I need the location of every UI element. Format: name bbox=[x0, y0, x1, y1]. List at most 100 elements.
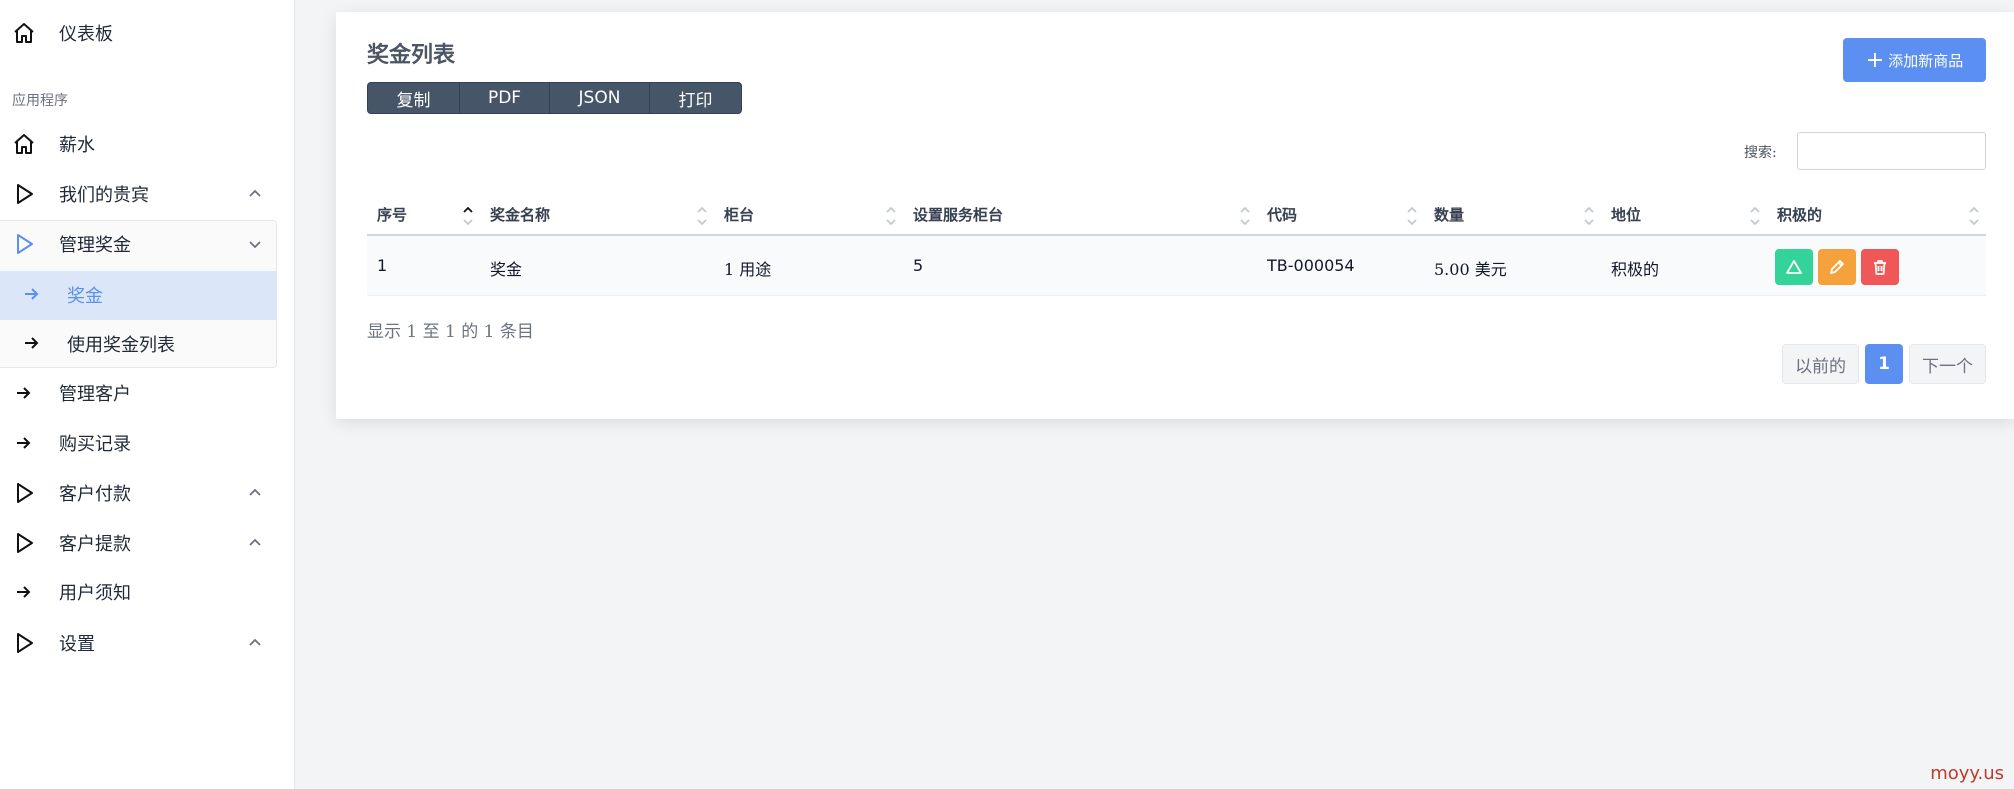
sidebar-item-label: 薪水 bbox=[59, 135, 95, 156]
sidebar-item-user-notice[interactable]: 用户须知 bbox=[0, 567, 278, 617]
sidebar-item-vip[interactable]: 我们的贵宾 bbox=[0, 169, 278, 219]
submenu-item-label: 奖金 bbox=[67, 286, 103, 307]
sidebar-item-manage-bonus[interactable]: 管理奖金 bbox=[0, 219, 278, 269]
table-info: 显示 1 至 1 的 1 条目 bbox=[367, 322, 534, 342]
arrow-right-icon bbox=[25, 337, 39, 349]
column-header-label: 奖金名称 bbox=[490, 206, 551, 224]
column-header-label: 柜台 bbox=[724, 206, 755, 224]
arrow-right-icon bbox=[17, 387, 31, 399]
export-button-group: 复制 PDF JSON 打印 bbox=[367, 82, 742, 114]
sidebar: 仪表板 应用程序 薪水 我们的贵宾 管理奖金 奖金 使用奖金列表 管理客户 购买… bbox=[0, 0, 295, 789]
sidebar-item-label: 客户付款 bbox=[59, 484, 131, 505]
chevron-down-icon bbox=[249, 241, 261, 249]
sidebar-item-customer-payments[interactable]: 客户付款 bbox=[0, 468, 278, 518]
sort-icon bbox=[697, 206, 707, 226]
column-header-label: 序号 bbox=[377, 206, 408, 224]
sidebar-item-purchase-records[interactable]: 购买记录 bbox=[0, 418, 278, 468]
print-button[interactable]: 打印 bbox=[650, 83, 741, 113]
sort-asc-icon bbox=[463, 206, 473, 226]
sidebar-item-settings[interactable]: 设置 bbox=[0, 618, 278, 668]
play-icon bbox=[17, 184, 33, 204]
sidebar-item-label: 客户提款 bbox=[59, 534, 131, 555]
play-icon bbox=[17, 234, 33, 254]
column-header-label: 地位 bbox=[1611, 206, 1642, 224]
trash-icon bbox=[1874, 260, 1886, 275]
home-icon bbox=[14, 134, 34, 154]
cell-index: 1 bbox=[377, 256, 388, 275]
activate-button[interactable] bbox=[1775, 249, 1813, 285]
sidebar-item-customer-withdrawals[interactable]: 客户提款 bbox=[0, 518, 278, 568]
column-header-status[interactable]: 地位 bbox=[1601, 195, 1767, 236]
column-header-counter[interactable]: 柜台 bbox=[714, 195, 903, 236]
cell-code: TB-000054 bbox=[1267, 256, 1355, 275]
sidebar-item-manage-customers[interactable]: 管理客户 bbox=[0, 368, 278, 418]
arrow-right-icon bbox=[17, 437, 31, 449]
column-header-bonus-name[interactable]: 奖金名称 bbox=[480, 195, 714, 236]
sidebar-item-label: 管理客户 bbox=[59, 384, 131, 405]
table-row: 1 奖金 1 用途 5 TB-000054 5.00 美元 积极的 bbox=[367, 236, 1986, 296]
chevron-up-icon bbox=[249, 638, 261, 646]
prev-page-button[interactable]: 以前的 bbox=[1782, 344, 1859, 384]
sort-icon bbox=[886, 206, 896, 226]
submenu-item-bonus-usage[interactable]: 使用奖金列表 bbox=[0, 319, 276, 368]
json-button[interactable]: JSON bbox=[550, 83, 650, 113]
pencil-icon bbox=[1830, 260, 1844, 274]
plus-icon: + bbox=[1865, 47, 1885, 73]
chevron-up-icon bbox=[249, 488, 261, 496]
sidebar-item-label: 用户须知 bbox=[59, 583, 131, 604]
chevron-up-icon bbox=[249, 538, 261, 546]
cell-bonus-name: 奖金 bbox=[490, 260, 523, 279]
column-header-amount[interactable]: 数量 bbox=[1424, 195, 1601, 236]
cell-amount: 5.00 美元 bbox=[1434, 260, 1507, 279]
edit-button[interactable] bbox=[1818, 249, 1856, 285]
column-header-service-counter[interactable]: 设置服务柜台 bbox=[903, 195, 1257, 236]
sidebar-item-label: 设置 bbox=[59, 634, 95, 655]
chevron-up-icon bbox=[249, 189, 261, 197]
cell-status: 积极的 bbox=[1611, 260, 1660, 279]
sort-icon bbox=[1407, 206, 1417, 226]
add-new-item-label: 添加新商品 bbox=[1888, 51, 1964, 70]
next-page-button[interactable]: 下一个 bbox=[1909, 344, 1986, 384]
cell-service-counter: 5 bbox=[913, 256, 924, 275]
table-header: 序号 奖金名称 柜台 设置服务柜台 代码 数量 地位 积极的 bbox=[367, 195, 1986, 236]
delete-button[interactable] bbox=[1861, 249, 1899, 285]
sidebar-section-label: 应用程序 bbox=[12, 93, 68, 109]
sort-icon bbox=[1584, 206, 1594, 226]
sidebar-item-label: 购买记录 bbox=[59, 434, 131, 455]
page-title: 奖金列表 bbox=[367, 42, 456, 68]
column-header-label: 设置服务柜台 bbox=[913, 206, 1004, 224]
sidebar-item-salary[interactable]: 薪水 bbox=[0, 119, 278, 169]
arrow-right-icon bbox=[25, 288, 39, 300]
bonus-table: 序号 奖金名称 柜台 设置服务柜台 代码 数量 地位 积极的 1 奖金 1 用途… bbox=[367, 195, 1986, 296]
add-new-item-button[interactable]: + 添加新商品 bbox=[1843, 38, 1986, 82]
cell-counter: 1 用途 bbox=[724, 260, 772, 279]
sort-icon bbox=[1750, 206, 1760, 226]
home-icon bbox=[14, 23, 34, 43]
column-header-index[interactable]: 序号 bbox=[367, 195, 480, 236]
play-icon bbox=[17, 633, 33, 653]
bonus-list-card: 奖金列表 复制 PDF JSON 打印 + 添加新商品 搜索: 序号 奖金名称 … bbox=[336, 12, 2014, 419]
column-header-actions[interactable]: 积极的 bbox=[1767, 195, 1986, 236]
column-header-label: 数量 bbox=[1434, 206, 1465, 224]
page-button-1[interactable]: 1 bbox=[1865, 344, 1903, 384]
column-header-label: 代码 bbox=[1267, 206, 1298, 224]
sidebar-item-label: 管理奖金 bbox=[59, 235, 131, 256]
submenu-item-label: 使用奖金列表 bbox=[67, 335, 175, 356]
watermark: moyy.us bbox=[1930, 763, 2004, 784]
play-icon bbox=[17, 533, 33, 553]
pdf-button[interactable]: PDF bbox=[460, 83, 550, 113]
copy-button[interactable]: 复制 bbox=[368, 83, 460, 113]
column-header-label: 积极的 bbox=[1777, 206, 1823, 224]
search-label: 搜索: bbox=[1744, 145, 1777, 161]
arrow-right-icon bbox=[17, 586, 31, 598]
sort-icon bbox=[1240, 206, 1250, 226]
sidebar-item-dashboard[interactable]: 仪表板 bbox=[0, 8, 278, 58]
triangle-icon bbox=[1786, 260, 1802, 274]
sidebar-item-label: 我们的贵宾 bbox=[59, 185, 149, 206]
search-input[interactable] bbox=[1797, 132, 1986, 170]
pagination: 以前的 1 下一个 bbox=[1782, 344, 1986, 384]
column-header-code[interactable]: 代码 bbox=[1257, 195, 1424, 236]
submenu-item-bonus[interactable]: 奖金 bbox=[0, 270, 276, 319]
play-icon bbox=[17, 483, 33, 503]
sort-icon bbox=[1969, 206, 1979, 226]
